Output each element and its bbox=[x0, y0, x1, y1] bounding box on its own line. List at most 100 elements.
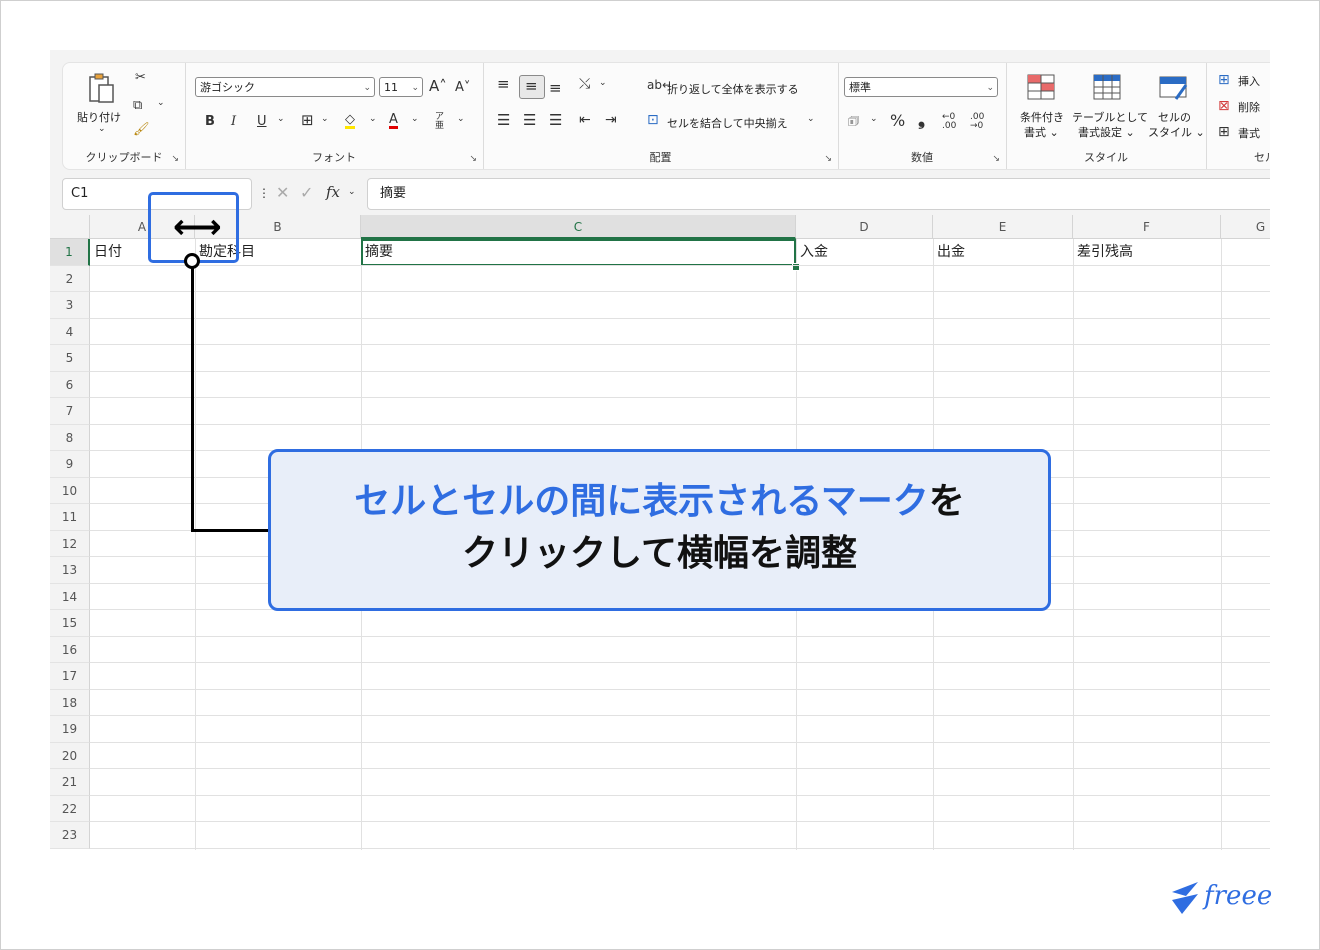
cancel-icon[interactable]: ✕ bbox=[276, 185, 289, 201]
row-header[interactable]: 7 bbox=[50, 398, 90, 425]
decrease-font-icon[interactable]: A˅ bbox=[455, 81, 470, 94]
phonetic-dropdown-icon[interactable]: ⌄ bbox=[457, 115, 465, 124]
insert-function-button[interactable]: fx bbox=[326, 185, 340, 200]
percent-button[interactable]: % bbox=[890, 113, 905, 129]
conditional-format-line1[interactable]: 条件付き bbox=[1020, 109, 1064, 125]
merge-center-icon[interactable]: ⊡ bbox=[647, 113, 659, 127]
row-header[interactable]: 13 bbox=[50, 557, 90, 584]
bold-button[interactable]: B bbox=[205, 115, 215, 128]
column-header-d[interactable]: D bbox=[796, 215, 933, 239]
cell-d1[interactable]: 入金 bbox=[796, 239, 828, 265]
conditional-format-icon[interactable] bbox=[1026, 73, 1056, 101]
merge-dropdown-icon[interactable]: ⌄ bbox=[807, 115, 815, 124]
orientation-dropdown-icon[interactable]: ⌄ bbox=[599, 79, 607, 88]
delete-cells-button[interactable]: 削除 bbox=[1238, 99, 1260, 115]
fill-color-icon[interactable]: ◇ bbox=[345, 113, 355, 129]
column-resize-cursor-icon[interactable]: ⟷ bbox=[173, 210, 222, 244]
cell-styles-line1[interactable]: セルの bbox=[1158, 109, 1191, 125]
clipboard-launcher-icon[interactable]: ↘ bbox=[171, 154, 179, 164]
align-middle-button[interactable]: ≡ bbox=[519, 75, 545, 99]
delete-cells-icon[interactable]: ⊠ bbox=[1218, 99, 1230, 113]
increase-font-icon[interactable]: A˄ bbox=[429, 79, 447, 94]
cell-styles-line2[interactable]: スタイル ⌄ bbox=[1148, 124, 1205, 140]
row-header[interactable]: 16 bbox=[50, 636, 90, 663]
paste-label[interactable]: 貼り付け bbox=[77, 109, 121, 125]
insert-cells-icon[interactable]: ⊞ bbox=[1218, 73, 1230, 87]
orientation-icon[interactable]: ⤯ bbox=[579, 77, 590, 91]
row-header[interactable]: 15 bbox=[50, 610, 90, 637]
row-header[interactable]: 17 bbox=[50, 663, 90, 690]
format-painter-icon[interactable]: 🖌 bbox=[133, 123, 150, 136]
copy-dropdown-icon[interactable]: ⌄ bbox=[157, 99, 165, 108]
row-header[interactable]: 6 bbox=[50, 371, 90, 398]
align-top-icon[interactable]: ≡ bbox=[497, 77, 510, 92]
number-format-select[interactable]: 標準 ⌄ bbox=[844, 77, 998, 97]
cell-a1[interactable]: 日付 bbox=[90, 239, 122, 265]
increase-indent-icon[interactable]: ⇥ bbox=[605, 113, 617, 127]
decrease-indent-icon[interactable]: ⇤ bbox=[579, 113, 591, 127]
underline-dropdown-icon[interactable]: ⌄ bbox=[277, 115, 285, 124]
row-header[interactable]: 2 bbox=[50, 265, 90, 292]
row-header[interactable]: 5 bbox=[50, 345, 90, 372]
row-header[interactable]: 14 bbox=[50, 583, 90, 610]
format-as-table-line1[interactable]: テーブルとして bbox=[1072, 109, 1148, 125]
currency-icon[interactable]: 🗊 bbox=[848, 115, 859, 127]
fx-dropdown-icon[interactable]: ⌄ bbox=[348, 188, 356, 197]
format-cells-button[interactable]: 書式 bbox=[1238, 125, 1260, 141]
format-as-table-icon[interactable] bbox=[1092, 73, 1122, 101]
row-header[interactable]: 8 bbox=[50, 424, 90, 451]
conditional-format-line2[interactable]: 書式 ⌄ bbox=[1024, 124, 1059, 140]
column-header-f[interactable]: F bbox=[1073, 215, 1221, 239]
enter-icon[interactable]: ✓ bbox=[300, 185, 313, 201]
number-launcher-icon[interactable]: ↘ bbox=[992, 154, 1000, 164]
paste-dropdown-icon[interactable]: ⌄ bbox=[98, 125, 106, 134]
row-header[interactable]: 11 bbox=[50, 504, 90, 531]
cell-styles-icon[interactable] bbox=[1158, 73, 1188, 101]
insert-cells-button[interactable]: 挿入 bbox=[1238, 73, 1260, 89]
cell-e1[interactable]: 出金 bbox=[933, 239, 965, 265]
fill-color-dropdown-icon[interactable]: ⌄ bbox=[369, 115, 377, 124]
cell-f1[interactable]: 差引残高 bbox=[1073, 239, 1133, 265]
format-cells-icon[interactable]: ⊞ bbox=[1218, 125, 1230, 139]
row-header[interactable]: 12 bbox=[50, 530, 90, 557]
comma-style-button[interactable]: ❟ bbox=[918, 111, 925, 129]
row-header[interactable]: 23 bbox=[50, 822, 90, 849]
row-header[interactable]: 4 bbox=[50, 318, 90, 345]
wrap-text-button[interactable]: 折り返して全体を表示する bbox=[667, 81, 799, 97]
copy-icon[interactable]: ⧉ bbox=[133, 99, 142, 112]
align-left-icon[interactable]: ☰ bbox=[497, 113, 510, 128]
cut-icon[interactable]: ✂ bbox=[135, 71, 146, 84]
row-header[interactable]: 21 bbox=[50, 769, 90, 796]
align-right-icon[interactable]: ☰ bbox=[549, 113, 562, 128]
font-size-select[interactable]: 11 ⌄ bbox=[379, 77, 423, 97]
row-header[interactable]: 22 bbox=[50, 795, 90, 822]
column-header-g[interactable]: G bbox=[1221, 215, 1270, 239]
borders-dropdown-icon[interactable]: ⌄ bbox=[321, 115, 329, 124]
align-center-icon[interactable]: ☰ bbox=[523, 113, 536, 128]
borders-icon[interactable]: ⊞ bbox=[301, 113, 314, 128]
column-header-c[interactable]: C bbox=[361, 215, 796, 239]
row-header[interactable]: 1 bbox=[50, 239, 90, 266]
row-header[interactable]: 19 bbox=[50, 716, 90, 743]
select-all-button[interactable] bbox=[50, 215, 90, 239]
merge-center-button[interactable]: セルを結合して中央揃え bbox=[667, 115, 788, 131]
currency-dropdown-icon[interactable]: ⌄ bbox=[870, 115, 878, 124]
column-header-e[interactable]: E bbox=[933, 215, 1073, 239]
decrease-decimal-icon[interactable]: .00 →0 bbox=[970, 113, 984, 131]
italic-button[interactable]: I bbox=[231, 115, 236, 128]
format-as-table-line2[interactable]: 書式設定 ⌄ bbox=[1078, 124, 1135, 140]
font-color-icon[interactable]: A bbox=[389, 113, 398, 129]
row-header[interactable]: 10 bbox=[50, 477, 90, 504]
font-launcher-icon[interactable]: ↘ bbox=[469, 154, 477, 164]
font-color-dropdown-icon[interactable]: ⌄ bbox=[411, 115, 419, 124]
alignment-launcher-icon[interactable]: ↘ bbox=[824, 154, 832, 164]
row-header[interactable]: 18 bbox=[50, 689, 90, 716]
formula-bar-options-icon[interactable]: ⋮ bbox=[258, 187, 270, 199]
align-bottom-icon[interactable]: ≡ bbox=[549, 81, 562, 96]
formula-input[interactable]: 摘要 bbox=[367, 178, 1270, 210]
font-name-select[interactable]: 游ゴシック ⌄ bbox=[195, 77, 375, 97]
underline-button[interactable]: U bbox=[257, 115, 267, 128]
row-header[interactable]: 3 bbox=[50, 292, 90, 319]
increase-decimal-icon[interactable]: ←0.00 bbox=[942, 113, 956, 131]
row-header[interactable]: 9 bbox=[50, 451, 90, 478]
